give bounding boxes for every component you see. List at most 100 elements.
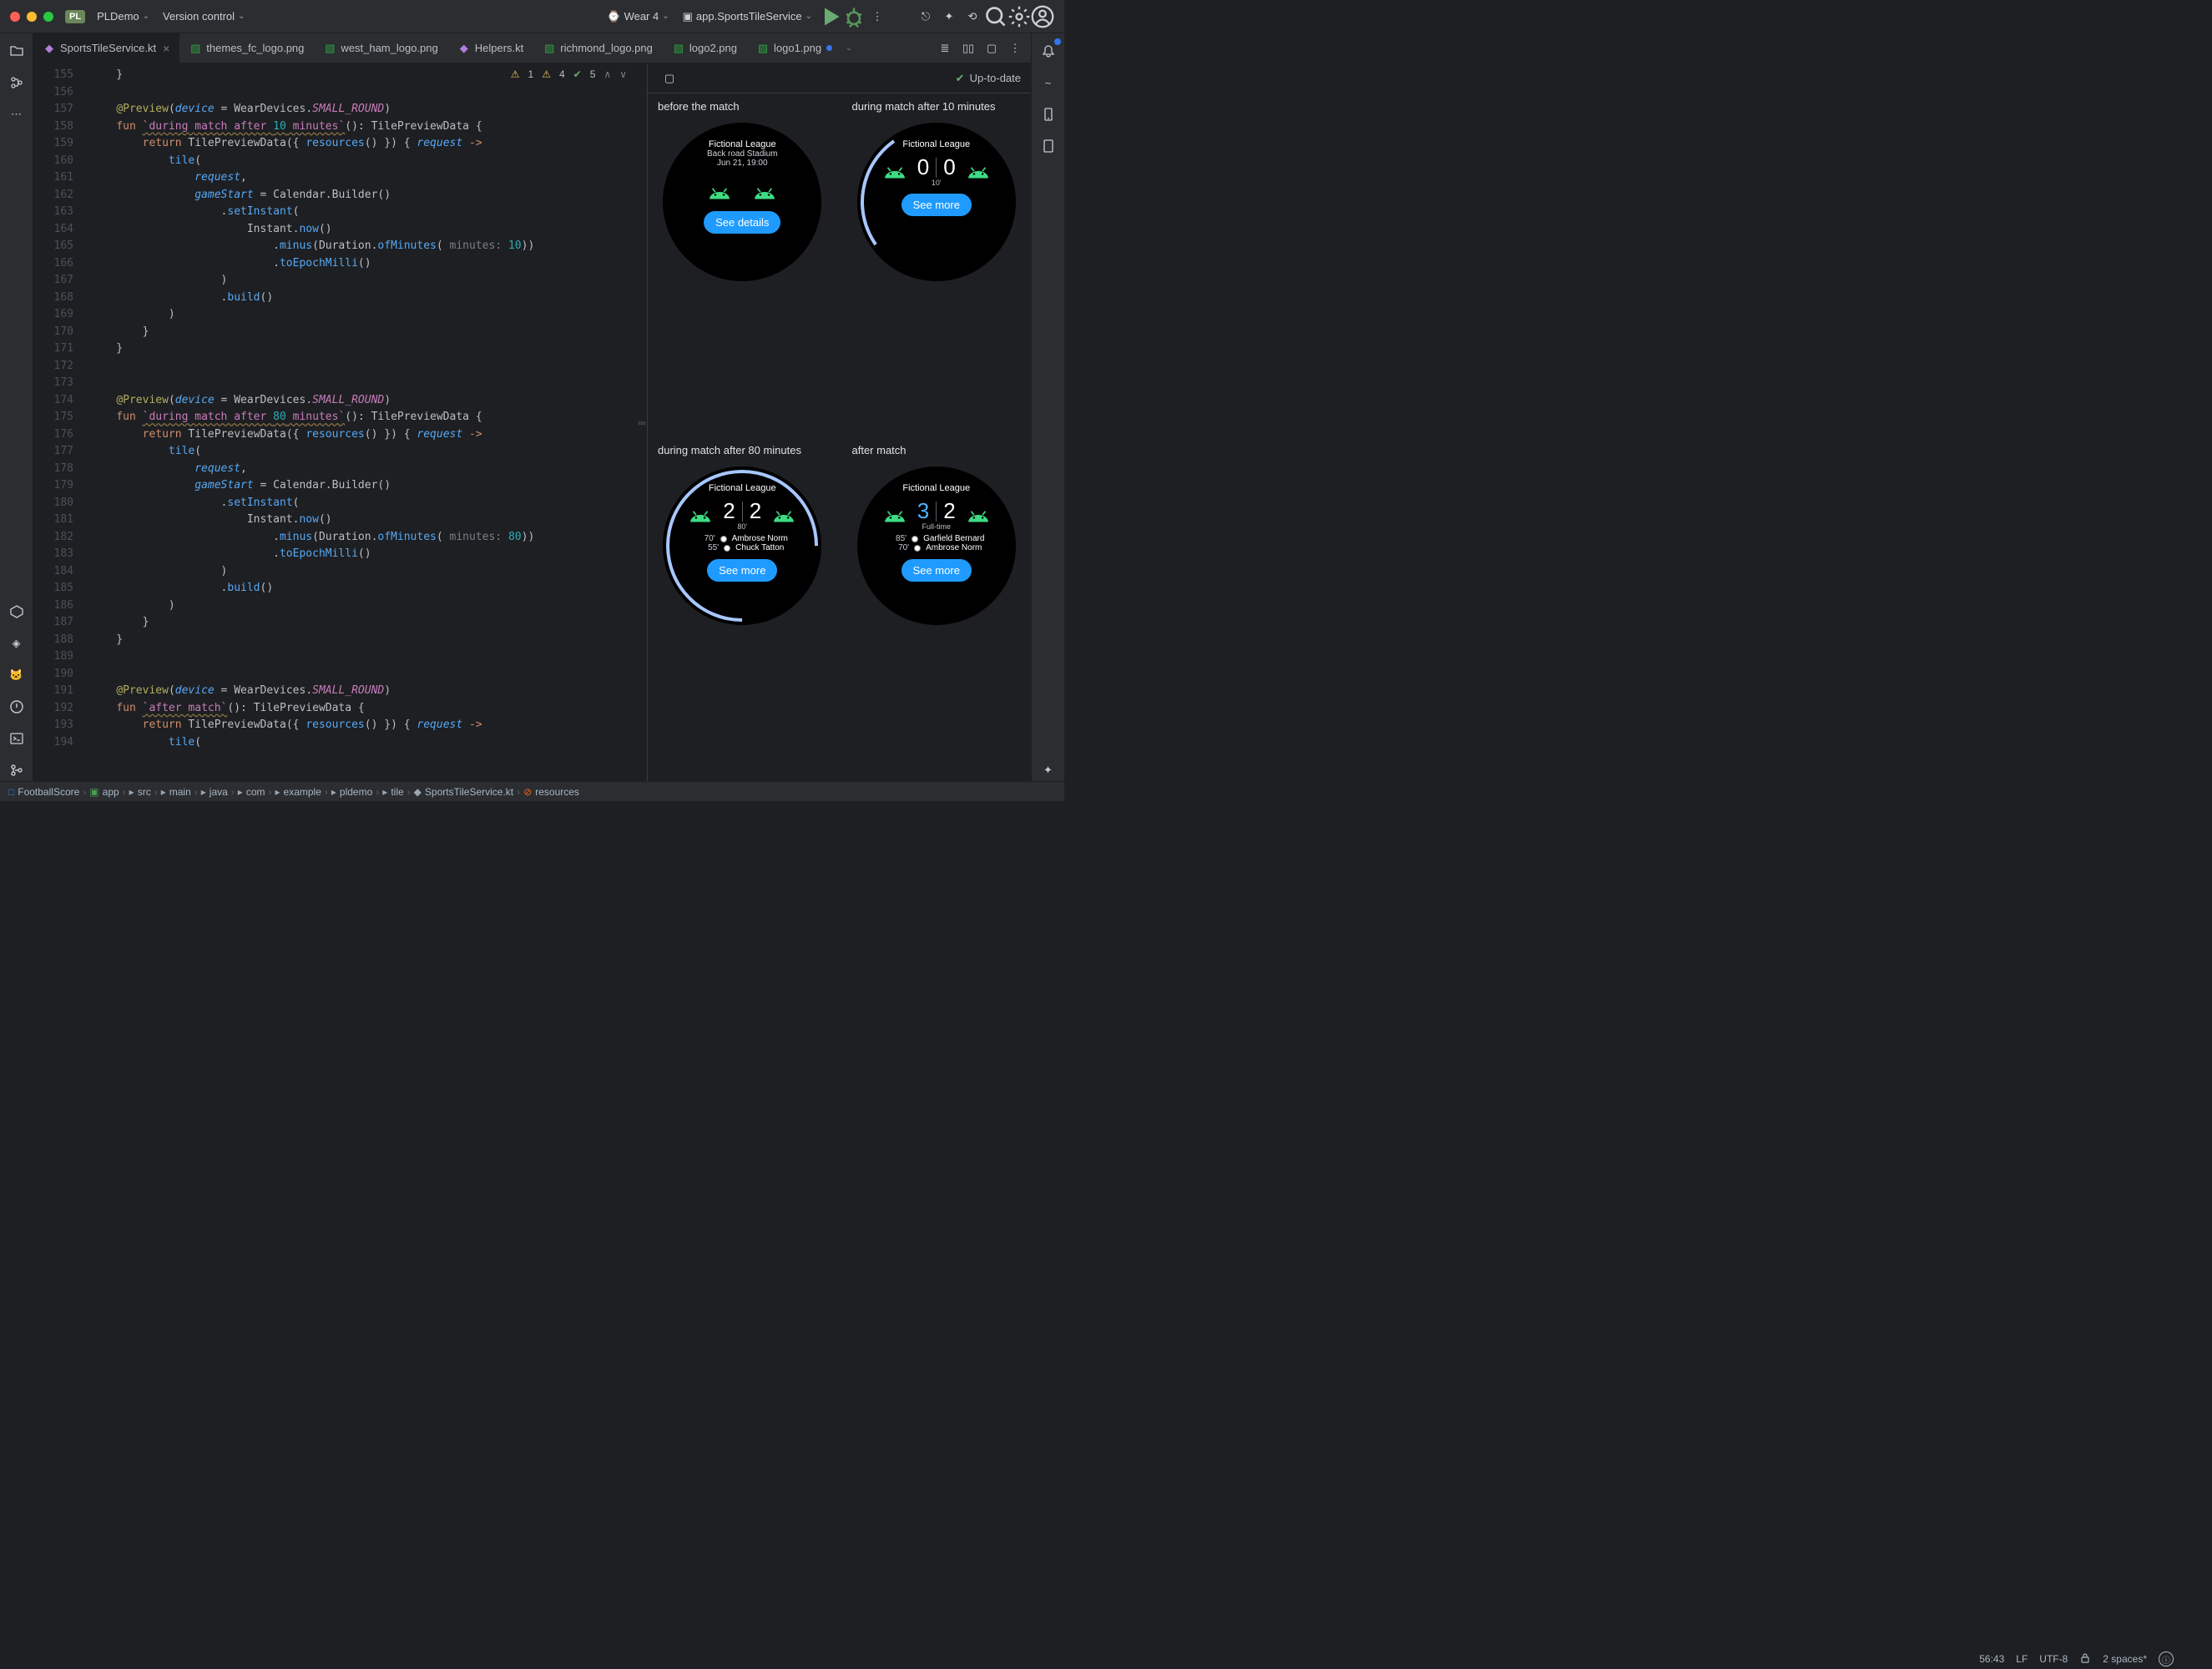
code-editor[interactable]: 1551561571581591601611621631641651661671… [33, 63, 637, 781]
breadcrumb-item[interactable]: □FootballScore [8, 786, 79, 798]
breadcrumb-item[interactable]: ▸java [201, 786, 228, 798]
watch-preview[interactable]: Fictional LeagueBack road StadiumJun 21,… [663, 123, 821, 281]
emulator-tool-icon[interactable] [1038, 135, 1059, 157]
notifications-tool-icon[interactable] [1038, 40, 1059, 62]
indent[interactable]: 2 spaces* [2103, 1653, 2147, 1665]
status-bar: 56:43 LF UTF-8 2 spaces* ⓘ [1979, 1649, 2174, 1669]
error-count: 1 [528, 68, 534, 80]
kotlin-icon: ◆ [43, 43, 55, 54]
left-toolwindow-bar: ⋯ ◈ 🐱 [0, 33, 33, 781]
breadcrumb-item[interactable]: ▸com [238, 786, 265, 798]
close-window[interactable] [10, 12, 20, 22]
error-icon: ⚠ [511, 68, 520, 80]
preview-title: during match after 10 minutes [852, 100, 1022, 113]
preview-toolbar-icon[interactable]: ▢ [658, 67, 681, 90]
project-tool-icon[interactable] [6, 40, 28, 62]
readonly-icon[interactable] [2079, 1652, 2091, 1666]
tab-logo1[interactable]: ▧logo1.png [747, 33, 842, 63]
tabs-overflow[interactable]: ⌄ [842, 43, 856, 53]
image-icon: ▧ [757, 43, 769, 54]
tab-options-icon[interactable]: ⋮ [1008, 41, 1023, 56]
breadcrumb-item[interactable]: ▸main [161, 786, 191, 798]
debug-button[interactable] [842, 5, 866, 28]
vcs-tool-icon[interactable] [6, 759, 28, 781]
tab-helpers[interactable]: ◆Helpers.kt [448, 33, 534, 63]
build-tool-icon[interactable] [6, 601, 28, 623]
preview-panel: ▢ ✔Up-to-date before the matchFictional … [647, 63, 1031, 781]
right-toolwindow-bar: ~ ✦ [1031, 33, 1064, 781]
modified-dot [826, 45, 832, 51]
breadcrumb[interactable]: □FootballScore›▣app›▸src›▸main›▸java›▸co… [0, 781, 1064, 801]
caret-position[interactable]: 56:43 [1979, 1653, 2004, 1665]
inspection-widget[interactable]: ⚠1 ⚠4 ✔5 ∧ ∨ [511, 68, 627, 80]
check-icon: ✔ [956, 72, 965, 85]
vcs-menu[interactable]: Version control⌄ [156, 7, 251, 26]
tab-sportstile[interactable]: ◆SportsTileService.kt× [33, 33, 179, 63]
encoding[interactable]: UTF-8 [2039, 1653, 2068, 1665]
line-ending[interactable]: LF [2016, 1653, 2028, 1665]
splitter-handle[interactable]: ═ [637, 63, 647, 781]
image-icon: ▧ [673, 43, 684, 54]
close-icon[interactable]: × [163, 42, 169, 55]
view-mode-list-icon[interactable]: ≣ [937, 41, 952, 56]
watch-preview[interactable]: Fictional League0010'See more [857, 123, 1016, 281]
terminal-tool-icon[interactable] [6, 728, 28, 749]
warning-count: 4 [559, 68, 565, 80]
preview-item: before the match Fictional LeagueBack roa… [658, 100, 827, 431]
code-with-me-icon[interactable]: ⎋ [914, 5, 937, 28]
preview-title: before the match [658, 100, 827, 113]
search-icon[interactable] [984, 5, 1008, 28]
titlebar: PL PLDemo⌄ Version control⌄ ⌚Wear 4⌄ ▣ap… [0, 0, 1064, 33]
run-button[interactable] [819, 5, 842, 28]
breadcrumb-item[interactable]: ▣app [89, 786, 119, 798]
watch-preview[interactable]: Fictional League32Full-time85'Garfield B… [857, 466, 1016, 625]
account-icon[interactable] [1031, 5, 1054, 28]
tab-westham-logo[interactable]: ▧west_ham_logo.png [314, 33, 447, 63]
tab-themes-logo[interactable]: ▧themes_fc_logo.png [179, 33, 314, 63]
project-menu[interactable]: PLDemo⌄ [90, 7, 156, 26]
view-mode-split-icon[interactable]: ▯▯ [961, 41, 976, 56]
weak-warning-icon: ✔ [573, 68, 582, 80]
ai-assistant-icon[interactable]: ✦ [1038, 759, 1059, 781]
watch-preview[interactable]: Fictional League2280'70'Ambrose Norm55'C… [663, 466, 821, 625]
preview-item: during match after 10 minutes Fictional L… [852, 100, 1022, 431]
preview-item: after matchFictional League32Full-time85… [852, 444, 1022, 774]
device-selector[interactable]: ⌚Wear 4⌄ [600, 7, 675, 27]
preview-title: during match after 80 minutes [658, 444, 827, 456]
breadcrumb-item[interactable]: ▸example [275, 786, 321, 798]
watch-button[interactable]: See details [704, 211, 780, 234]
settings-icon[interactable] [1008, 5, 1031, 28]
tab-richmond-logo[interactable]: ▧richmond_logo.png [533, 33, 663, 63]
next-highlight[interactable]: ∨ [619, 68, 627, 80]
prev-highlight[interactable]: ∧ [604, 68, 611, 80]
more-menu[interactable]: ⋮ [866, 5, 889, 28]
sync-icon[interactable]: ⟲ [961, 5, 984, 28]
line-gutter: 1551561571581591601611621631641651661671… [33, 63, 82, 781]
more-tools-icon[interactable]: ⋯ [6, 103, 28, 125]
view-mode-preview-icon[interactable]: ▢ [984, 41, 999, 56]
editor-tabs: ◆SportsTileService.kt× ▧themes_fc_logo.p… [33, 33, 1031, 63]
breadcrumb-item[interactable]: ▸src [129, 786, 151, 798]
problems-tool-icon[interactable] [6, 696, 28, 718]
warning-icon: ⚠ [542, 68, 551, 80]
updates-icon[interactable]: ✦ [937, 5, 961, 28]
tile-icon: ▣ [683, 10, 693, 23]
project-badge: PL [65, 10, 85, 23]
logcat-tool-icon[interactable]: 🐱 [6, 664, 28, 686]
watch-button[interactable]: See more [901, 559, 972, 582]
breadcrumb-item[interactable]: ▸pldemo [331, 786, 372, 798]
device-manager-icon[interactable] [1038, 103, 1059, 125]
run-config-selector[interactable]: ▣app.SportsTileService⌄ [676, 7, 819, 27]
gradle-tool-icon[interactable]: ~ [1038, 72, 1059, 93]
favorites-tool-icon[interactable]: ◈ [6, 633, 28, 654]
breadcrumb-item[interactable]: ◆SportsTileService.kt [414, 786, 514, 798]
breadcrumb-item[interactable]: ▸tile [382, 786, 403, 798]
code-area[interactable]: } @Preview(device = WearDevices.SMALL_RO… [82, 63, 637, 781]
image-icon: ▧ [543, 43, 555, 54]
memory-indicator[interactable]: ⓘ [2159, 1651, 2174, 1666]
minimize-window[interactable] [27, 12, 37, 22]
zoom-window[interactable] [43, 12, 53, 22]
structure-tool-icon[interactable] [6, 72, 28, 93]
breadcrumb-item[interactable]: ⊘resources [523, 786, 579, 798]
tab-logo2[interactable]: ▧logo2.png [663, 33, 747, 63]
